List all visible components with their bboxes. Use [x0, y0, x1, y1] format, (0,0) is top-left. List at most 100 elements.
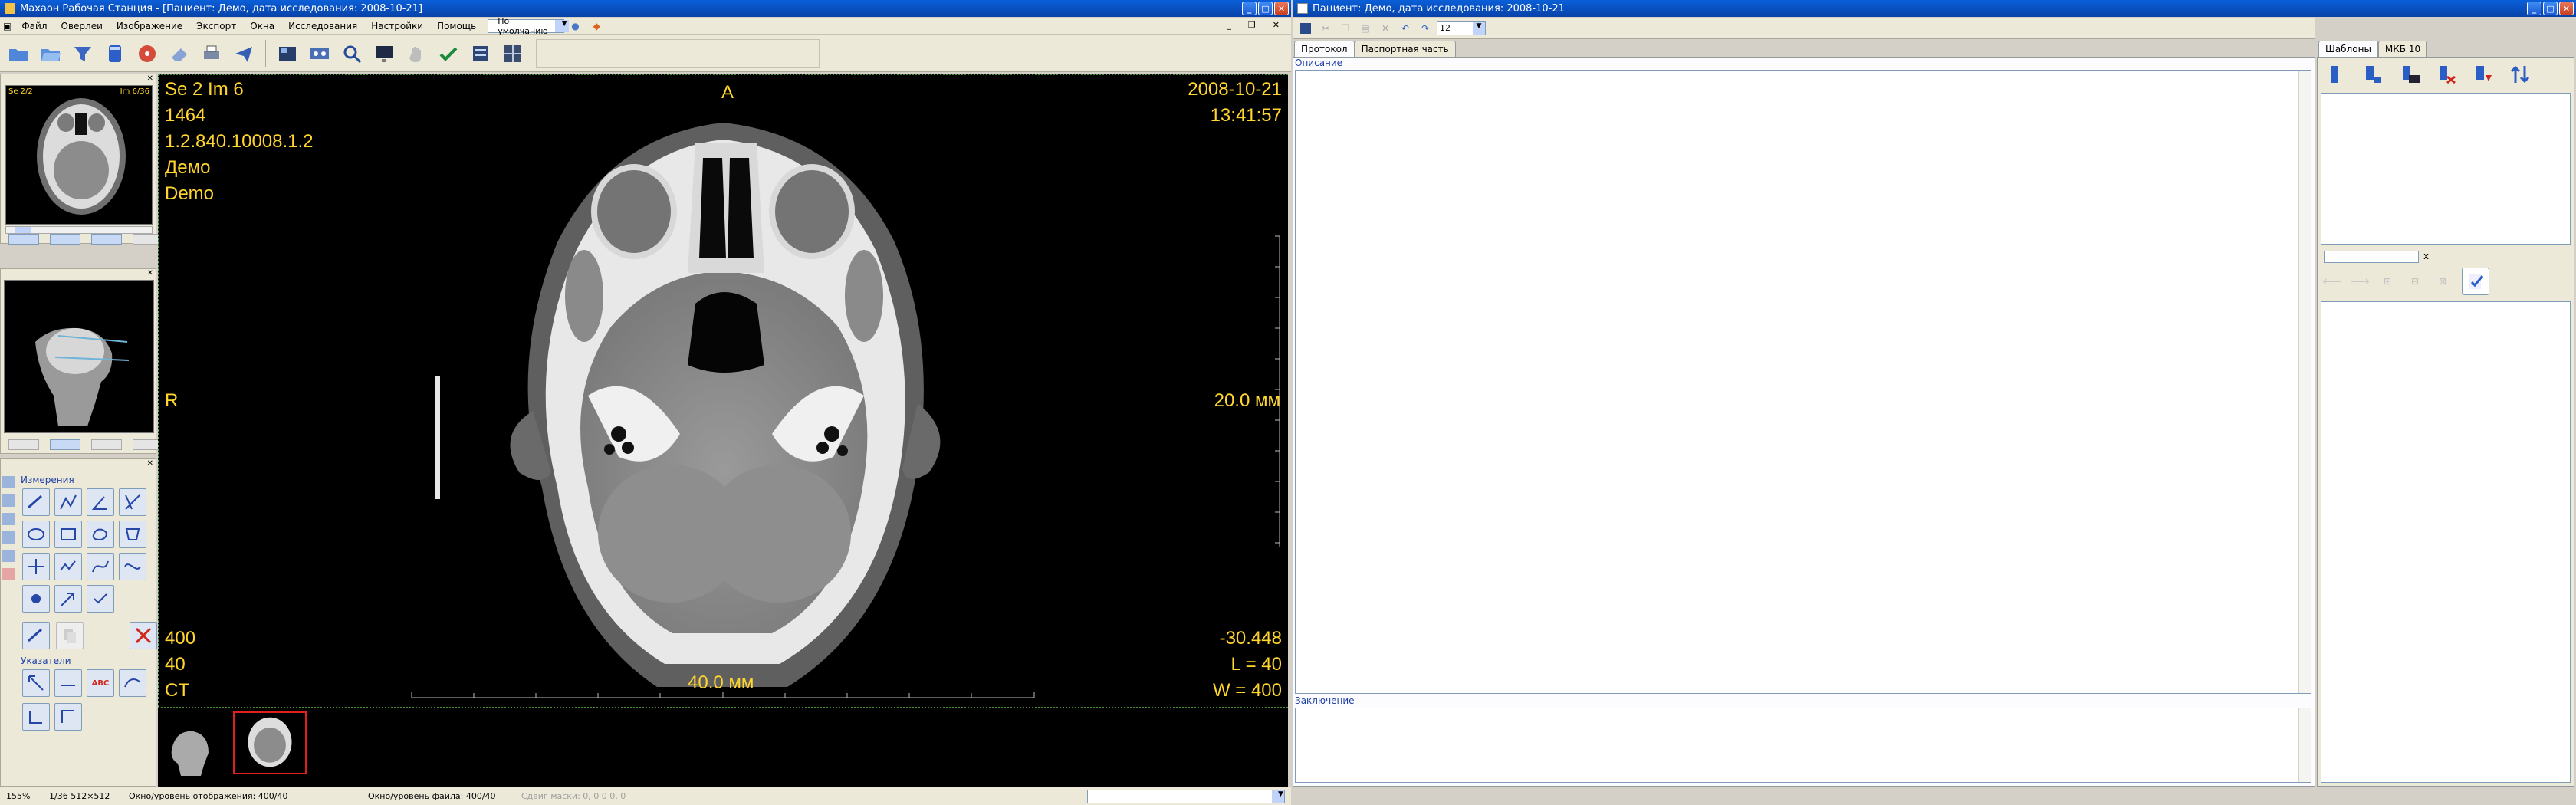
right-maximize-button[interactable]: □ — [2543, 2, 2558, 15]
ruler-calibrate-button[interactable] — [22, 622, 50, 649]
prev-image-button[interactable] — [50, 234, 80, 245]
tab-passport[interactable]: Паспортная часть — [1354, 41, 1456, 57]
side-tool-icon[interactable] — [2, 568, 15, 580]
template-add-child-button[interactable] — [2359, 61, 2387, 88]
menu-file[interactable]: Файл — [15, 21, 54, 31]
anonymize-button[interactable] — [101, 40, 129, 67]
templates-tree[interactable] — [2321, 93, 2571, 245]
cine-button[interactable] — [306, 40, 334, 67]
profile-tool-button[interactable] — [54, 553, 82, 580]
mdi-restore-icon[interactable]: ❐ — [1241, 20, 1263, 30]
polygon-roi-tool-button[interactable] — [119, 521, 146, 548]
series-layout-button[interactable] — [274, 40, 301, 67]
status-select[interactable]: ▼ — [1087, 789, 1285, 803]
magnify-button[interactable] — [338, 40, 366, 67]
text-label-button[interactable]: ABC — [87, 669, 114, 697]
menu-export[interactable]: Экспорт — [189, 21, 243, 31]
panel-close-icon[interactable]: ✕ — [147, 74, 153, 83]
panel-close-icon[interactable]: ✕ — [147, 269, 153, 278]
tab-icd10[interactable]: МКБ 10 — [2377, 41, 2428, 57]
density-tool-button[interactable] — [22, 585, 50, 613]
mdi-close-icon[interactable]: ✕ — [1266, 20, 1286, 30]
maximize-button[interactable]: □ — [1258, 2, 1273, 15]
first-image-button[interactable] — [8, 234, 39, 245]
menu-image[interactable]: Изображение — [110, 21, 189, 31]
strip-thumb-scout[interactable] — [164, 719, 218, 777]
font-size-select[interactable]: 12 ▼ — [1437, 21, 1486, 35]
side-tool-icon[interactable] — [2, 495, 15, 507]
thumb-scrollbar[interactable] — [5, 226, 153, 234]
scout-prev-button[interactable] — [8, 439, 39, 450]
paste-button[interactable]: ▤ — [1357, 21, 1374, 36]
preset-select[interactable]: По умолчанию ▼ — [488, 16, 569, 36]
panel-close-icon[interactable]: ✕ — [147, 459, 153, 468]
template-edit-button[interactable] — [2396, 61, 2423, 88]
arrow-tool-button[interactable] — [54, 585, 82, 613]
template-import-button[interactable] — [2469, 61, 2497, 88]
template-search-clear-button[interactable]: x — [2423, 251, 2429, 261]
cross-tool-button[interactable] — [22, 553, 50, 580]
polyline-tool-button[interactable] — [54, 488, 82, 516]
burn-cd-button[interactable] — [133, 40, 161, 67]
template-delete-button[interactable] — [2433, 61, 2460, 88]
tab-templates[interactable]: Шаблоны — [2318, 41, 2378, 57]
minimize-button[interactable]: _ — [1242, 2, 1257, 15]
thumb-scroll-handle[interactable] — [15, 227, 31, 233]
angle-tool-button[interactable] — [87, 488, 114, 516]
ellipse-roi-tool-button[interactable] — [22, 521, 50, 548]
pointer-curve-button[interactable] — [119, 669, 146, 697]
filter-button[interactable] — [69, 40, 97, 67]
copy-button[interactable]: ❐ — [1337, 21, 1354, 36]
menu-windows[interactable]: Окна — [243, 21, 281, 31]
delete-text-button[interactable]: ✕ — [1377, 21, 1394, 36]
open-study-button[interactable] — [5, 40, 32, 67]
cut-button[interactable]: ✂ — [1317, 21, 1334, 36]
scout-play-button[interactable] — [50, 439, 80, 450]
delete-measure-button[interactable] — [130, 622, 157, 649]
tree-expand-button[interactable]: ⊞ — [2379, 274, 2396, 289]
conclusion-textarea[interactable] — [1295, 708, 2312, 783]
template-move-button[interactable] — [2506, 61, 2534, 88]
redo-button[interactable]: ↷ — [1417, 21, 1434, 36]
send-button[interactable] — [230, 40, 258, 67]
conclusion-scrollbar[interactable] — [2298, 708, 2311, 782]
menu-studies[interactable]: Исследования — [281, 21, 364, 31]
menu-overlays[interactable]: Оверлеи — [54, 21, 110, 31]
close-button[interactable]: ✕ — [1274, 2, 1289, 15]
rect-roi-tool-button[interactable] — [54, 521, 82, 548]
cobb-angle-tool-button[interactable] — [119, 488, 146, 516]
studies-list-button[interactable] — [499, 40, 527, 67]
description-scrollbar[interactable] — [2298, 71, 2311, 693]
mdi-minimize-icon[interactable]: _ — [1220, 20, 1238, 30]
pointer-region-button[interactable] — [54, 703, 82, 731]
hand-tool-button[interactable] — [402, 40, 430, 67]
strip-thumb-axial-selected[interactable] — [233, 711, 307, 774]
right-minimize-button[interactable]: _ — [2527, 2, 2542, 15]
template-add-button[interactable] — [2322, 61, 2350, 88]
tree-collapse-button[interactable]: ⊟ — [2407, 274, 2423, 289]
nav-forward-button[interactable]: ⟶ — [2350, 274, 2370, 290]
freehand-roi-tool-button[interactable] — [87, 521, 114, 548]
tree-level-button[interactable]: ⊠ — [2434, 274, 2451, 289]
description-textarea[interactable] — [1295, 70, 2312, 694]
template-preview[interactable] — [2321, 301, 2571, 783]
mark-tool-button[interactable] — [87, 585, 114, 613]
erase-button[interactable] — [166, 40, 193, 67]
side-tool-icon[interactable] — [2, 476, 15, 488]
undo-button[interactable]: ↶ — [1397, 21, 1414, 36]
menu-settings[interactable]: Настройки — [364, 21, 430, 31]
pointer-corner-button[interactable] — [22, 703, 50, 731]
save-report-button[interactable] — [1297, 21, 1314, 36]
menu-help[interactable]: Помощь — [430, 21, 483, 31]
tab-protocol[interactable]: Протокол — [1294, 41, 1355, 57]
side-tool-icon[interactable] — [2, 550, 15, 562]
copy-measure-button[interactable] — [56, 622, 84, 649]
print-button[interactable] — [198, 40, 225, 67]
nav-back-button[interactable]: ⟵ — [2322, 274, 2342, 290]
pointer-arrow-button[interactable] — [22, 669, 50, 697]
pacs-button[interactable] — [467, 40, 495, 67]
curve-tool-button[interactable] — [87, 553, 114, 580]
side-tool-icon[interactable] — [2, 513, 15, 525]
globe-icon[interactable]: ● — [564, 21, 586, 31]
series-thumbnail-axial[interactable]: Se 2/2 Im 6/36 — [5, 85, 153, 225]
